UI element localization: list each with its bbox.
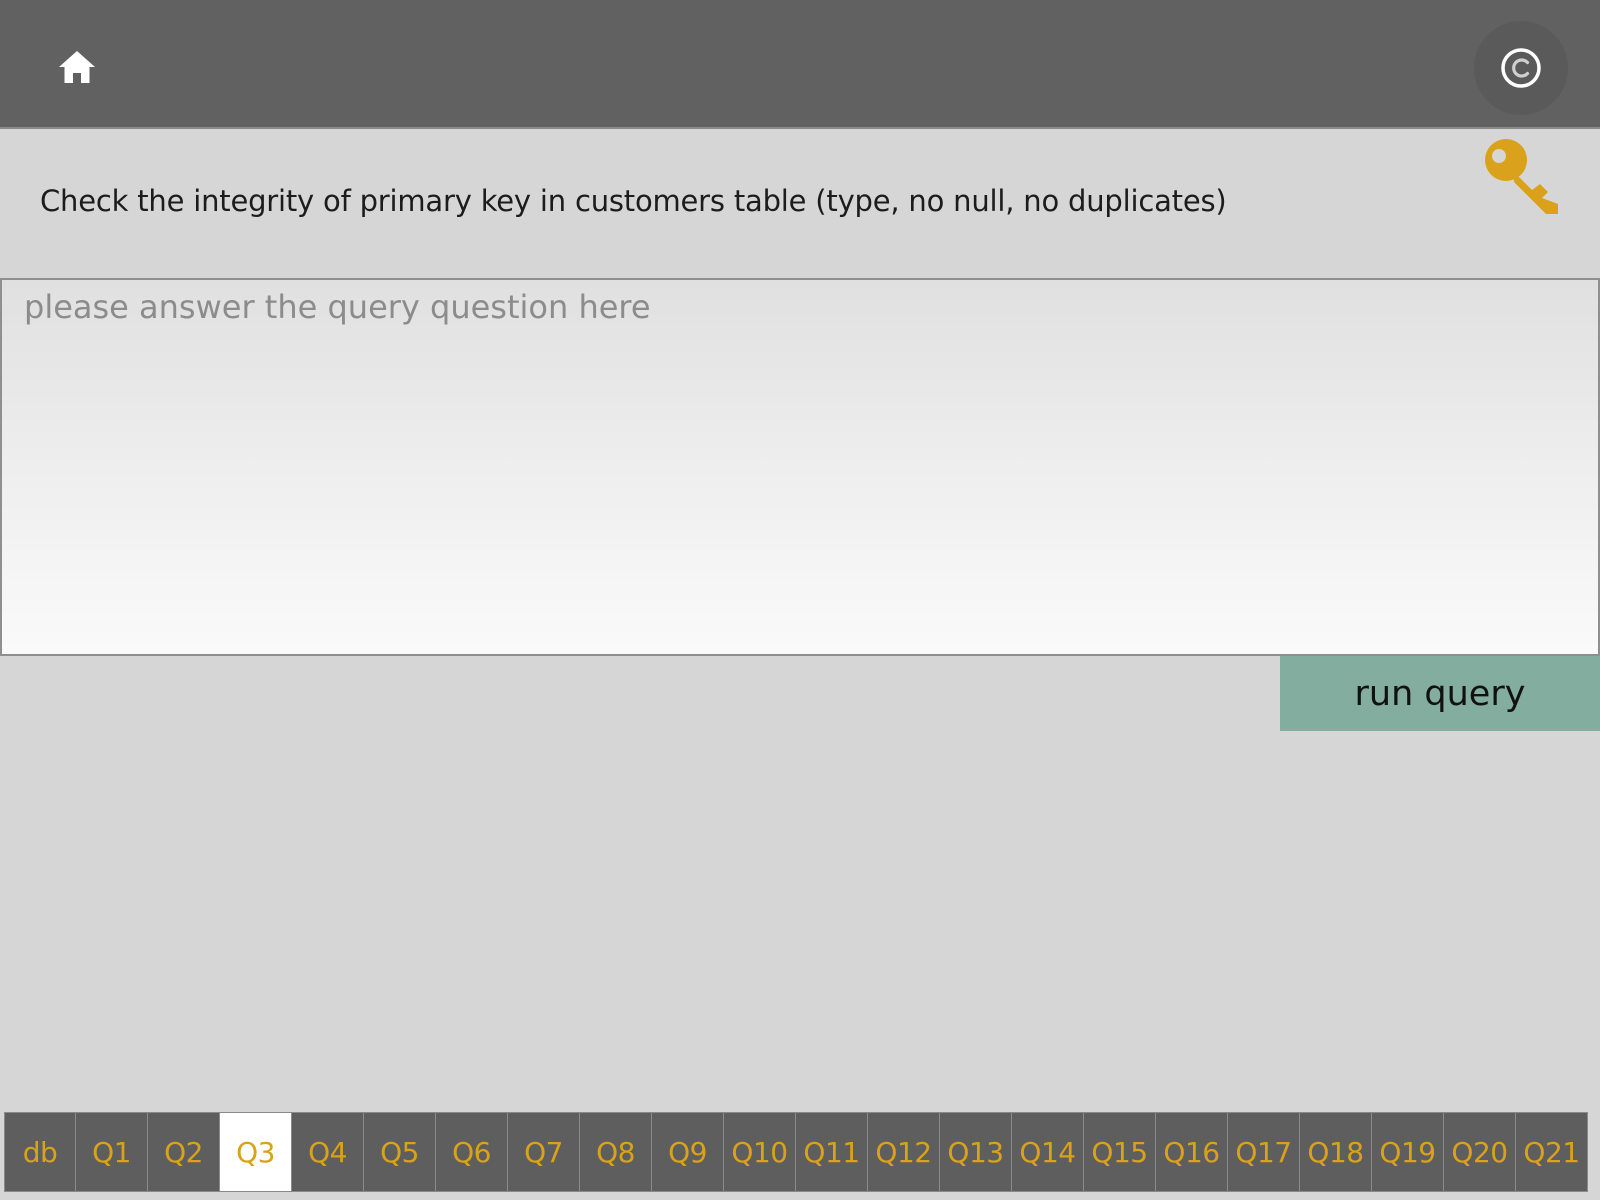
tab-q11[interactable]: Q11: [796, 1112, 868, 1192]
tab-q12[interactable]: Q12: [868, 1112, 940, 1192]
home-button[interactable]: [52, 44, 102, 90]
run-query-button[interactable]: run query: [1280, 656, 1600, 731]
question-text: Check the integrity of primary key in cu…: [40, 184, 1227, 218]
tab-q2[interactable]: Q2: [148, 1112, 220, 1192]
tab-q14[interactable]: Q14: [1012, 1112, 1084, 1192]
tab-db[interactable]: db: [4, 1112, 76, 1192]
tab-q16[interactable]: Q16: [1156, 1112, 1228, 1192]
tab-q18[interactable]: Q18: [1300, 1112, 1372, 1192]
tab-q5[interactable]: Q5: [364, 1112, 436, 1192]
tab-q3[interactable]: Q3: [220, 1112, 292, 1192]
tab-q4[interactable]: Q4: [292, 1112, 364, 1192]
copyright-button[interactable]: [1474, 21, 1568, 115]
tab-q13[interactable]: Q13: [940, 1112, 1012, 1192]
app-window: Check the integrity of primary key in cu…: [0, 0, 1600, 1200]
tab-q1[interactable]: Q1: [76, 1112, 148, 1192]
tab-q19[interactable]: Q19: [1372, 1112, 1444, 1192]
query-input[interactable]: [0, 278, 1600, 656]
tab-q8[interactable]: Q8: [580, 1112, 652, 1192]
tab-q20[interactable]: Q20: [1444, 1112, 1516, 1192]
home-icon: [57, 49, 97, 85]
tab-q6[interactable]: Q6: [436, 1112, 508, 1192]
top-bar: [0, 0, 1600, 129]
tab-q9[interactable]: Q9: [652, 1112, 724, 1192]
copyright-icon: [1500, 47, 1542, 89]
tab-q10[interactable]: Q10: [724, 1112, 796, 1192]
question-tabs: db Q1 Q2 Q3 Q4 Q5 Q6 Q7 Q8 Q9 Q10 Q11 Q12 Q13 Q14 Q15 Q1…: [4, 1112, 1588, 1192]
tab-q7[interactable]: Q7: [508, 1112, 580, 1192]
tab-q15[interactable]: Q15: [1084, 1112, 1156, 1192]
tab-q17[interactable]: Q17: [1228, 1112, 1300, 1192]
tab-q21[interactable]: Q21: [1516, 1112, 1588, 1192]
key-icon: [1484, 138, 1560, 216]
